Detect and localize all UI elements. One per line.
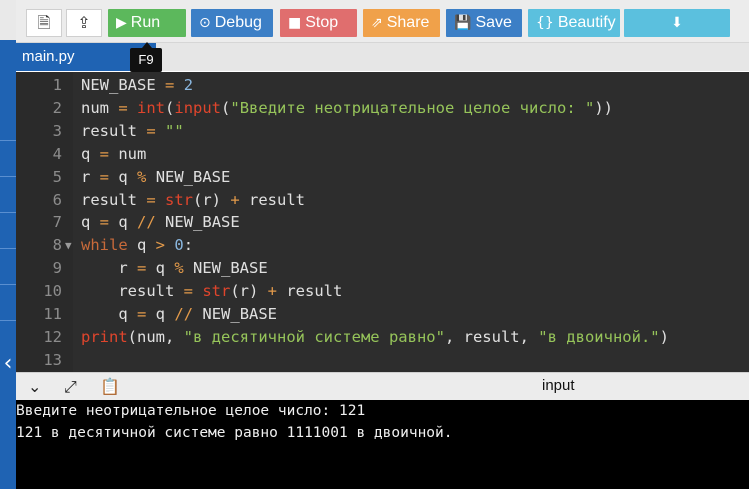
- code-text: result = str(r) + result: [81, 282, 343, 301]
- code-line[interactable]: 7 q = q // NEW_BASE: [16, 211, 749, 234]
- chevron-down-icon[interactable]: ⌄: [28, 377, 41, 397]
- line-number: 9: [52, 259, 62, 278]
- debug-icon: ⊙: [199, 15, 211, 31]
- code-text: print(num, "в десятичной системе равно",…: [81, 327, 669, 346]
- upload-icon: ⇪: [77, 13, 91, 32]
- expand-icon[interactable]: ⤢: [64, 377, 77, 397]
- code-text: result = str(r) + result: [81, 190, 306, 209]
- file-tab-bar: main.py: [16, 43, 749, 71]
- code-line[interactable]: 12 print(num, "в десятичной системе равно…: [16, 326, 749, 349]
- left-strip-top: [0, 0, 16, 40]
- code-line[interactable]: 1 NEW_BASE = 2: [16, 74, 749, 97]
- collapse-left-chevron-icon[interactable]: ‹: [0, 352, 16, 376]
- download-icon: ⬇: [671, 15, 683, 31]
- toolbar: 🗎 ⇪ ▶ Run ⊙ Debug ■ Stop ⇗ Share 💾 Save {} Bea…: [16, 0, 749, 43]
- input-tab-label[interactable]: input: [542, 377, 575, 394]
- code-line[interactable]: 9 r = q % NEW_BASE: [16, 257, 749, 280]
- code-line[interactable]: 2 num = int(input("Введите неотрицательно…: [16, 97, 749, 120]
- line-number: 5: [52, 167, 62, 186]
- new-file-button[interactable]: 🗎: [26, 9, 62, 37]
- code-text: NEW_BASE = 2: [81, 76, 194, 94]
- debug-button[interactable]: ⊙ Debug: [191, 9, 273, 37]
- line-number: 7: [52, 213, 62, 232]
- line-number: 2: [52, 98, 62, 117]
- download-button[interactable]: ⬇: [624, 9, 730, 37]
- line-number: 12: [43, 327, 62, 346]
- clipboard-icon[interactable]: 📋: [100, 377, 120, 397]
- code-text: q = q // NEW_BASE: [81, 305, 278, 323]
- line-number: 11: [43, 305, 62, 323]
- code-line[interactable]: 13: [16, 349, 749, 372]
- console-output: Введите неотрицательное целое число: 121…: [16, 400, 749, 489]
- output-panel-header: ⌄ ⤢ 📋 input: [16, 372, 749, 401]
- line-number: 3: [52, 121, 62, 140]
- line-number: 10: [43, 282, 62, 301]
- code-line[interactable]: 3 result = "": [16, 120, 749, 143]
- output-line: 121 в десятичной системе равно 1111001 в…: [16, 425, 453, 441]
- code-text: while q > 0:: [81, 236, 194, 255]
- line-number: 6: [52, 190, 62, 209]
- code-text: r = q % NEW_BASE: [81, 259, 268, 278]
- code-line[interactable]: 8 ▼ while q > 0:: [16, 234, 749, 257]
- braces-icon: {}: [536, 15, 554, 31]
- line-number: 13: [43, 350, 62, 369]
- beautify-button[interactable]: {} Beautify: [528, 9, 620, 37]
- run-shortcut-tooltip: F9: [130, 42, 162, 72]
- play-icon: ▶: [116, 15, 127, 31]
- save-button[interactable]: 💾 Save: [446, 9, 522, 37]
- share-icon: ⇗: [371, 15, 383, 31]
- code-line[interactable]: 10 result = str(r) + result: [16, 280, 749, 303]
- code-editor[interactable]: 1 NEW_BASE = 2 2 num = int(input("Введите н…: [16, 72, 749, 372]
- share-button[interactable]: ⇗ Share: [363, 9, 440, 37]
- upload-button[interactable]: ⇪: [66, 9, 102, 37]
- output-line: Введите неотрицательное целое число: 121: [16, 403, 366, 419]
- code-text: q = q // NEW_BASE: [81, 213, 240, 232]
- code-line[interactable]: 6 result = str(r) + result: [16, 189, 749, 212]
- file-icon: 🗎: [37, 13, 51, 32]
- run-button[interactable]: ▶ Run: [108, 9, 186, 37]
- code-text: r = q % NEW_BASE: [81, 167, 231, 186]
- code-text: q = num: [81, 144, 147, 163]
- code-line[interactable]: 5 r = q % NEW_BASE: [16, 166, 749, 189]
- line-number: 8: [52, 236, 62, 255]
- left-panel-strip: ‹: [0, 0, 16, 489]
- line-number: 1: [52, 76, 62, 94]
- code-text: result = "": [81, 121, 184, 140]
- stop-icon: ■: [288, 15, 302, 31]
- code-line[interactable]: 4 q = num: [16, 143, 749, 166]
- code-line[interactable]: 11 q = q // NEW_BASE: [16, 303, 749, 326]
- code-text: num = int(input("Введите неотрицательное…: [81, 98, 613, 117]
- save-icon: 💾: [454, 15, 472, 31]
- stop-button[interactable]: ■ Stop: [280, 9, 357, 37]
- line-number: 4: [52, 144, 62, 163]
- fold-arrow-icon[interactable]: ▼: [65, 234, 72, 257]
